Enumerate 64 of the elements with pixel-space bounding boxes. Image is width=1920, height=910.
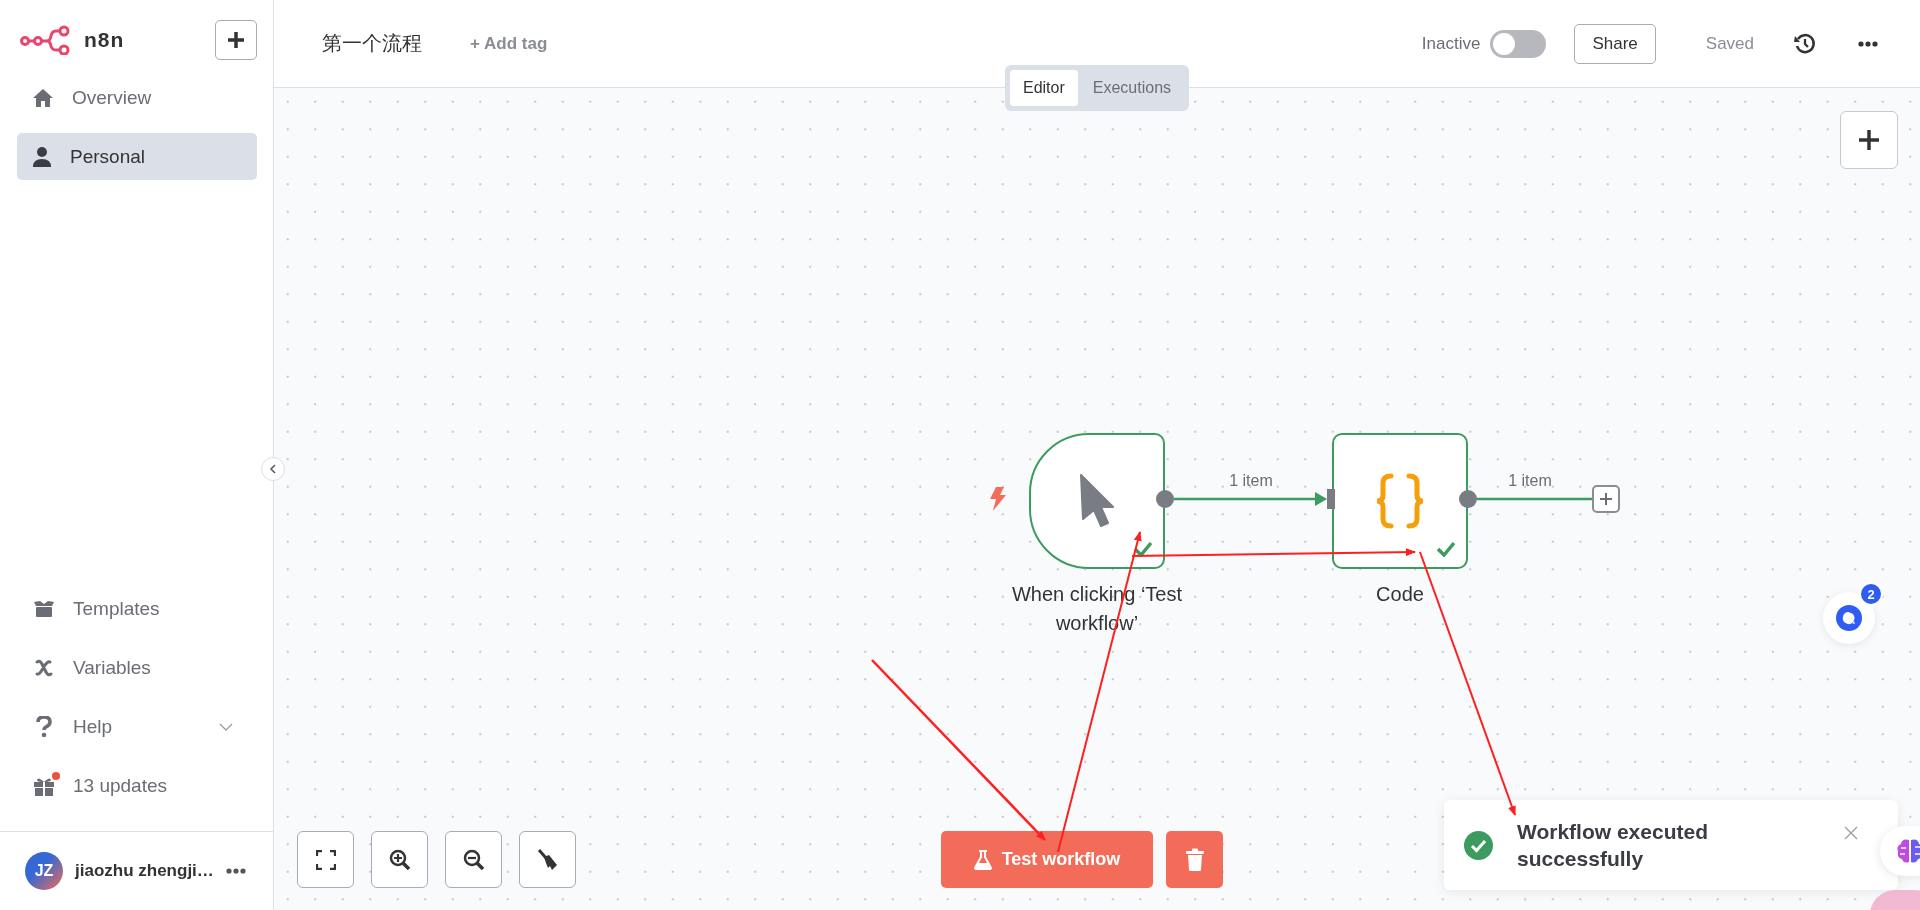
more-icon[interactable] (1858, 40, 1878, 47)
workflow-node[interactable] (1029, 433, 1165, 569)
zoom-in-button[interactable] (371, 831, 428, 888)
sidebar-item[interactable]: Personal (17, 133, 257, 180)
input-handle[interactable] (1327, 489, 1335, 509)
sidebar-item[interactable]: 13 updates (32, 756, 233, 815)
logo-text: n8n (84, 28, 125, 52)
sidebar-item[interactable]: Templates (32, 579, 233, 638)
fit-view-button[interactable] (297, 831, 354, 888)
view-tab[interactable]: Editor (1009, 70, 1078, 106)
delete-button[interactable] (1166, 831, 1223, 888)
item-count-label: 1 item (1229, 472, 1273, 490)
output-handle[interactable] (1459, 490, 1477, 508)
chevron-icon (269, 464, 277, 474)
toggle-label: Inactive (1421, 33, 1481, 54)
sidebar-item[interactable]: Variables (32, 638, 233, 697)
sidebar-item[interactable]: Help (32, 697, 233, 756)
history-icon[interactable] (1794, 32, 1816, 55)
flask-icon (973, 849, 992, 870)
user-name: jiaozhu zhengji… (75, 861, 214, 881)
home-icon (32, 87, 54, 108)
trash-icon (1184, 847, 1205, 872)
add-tag-link[interactable]: + Add tag (470, 33, 548, 54)
test-workflow-button[interactable]: Test workflow (941, 831, 1153, 888)
chat-button[interactable] (1823, 592, 1875, 644)
close-icon[interactable] (1844, 826, 1858, 840)
question-icon (36, 715, 52, 738)
code-braces-icon (1375, 473, 1425, 529)
brain-icon (1896, 838, 1920, 864)
output-handle[interactable] (1156, 490, 1174, 508)
add-button[interactable] (215, 20, 257, 60)
workflow-title[interactable]: 第一个流程 (322, 30, 422, 57)
sidebar-item[interactable]: Overview (17, 74, 257, 121)
notification-badge: 2 (1859, 582, 1883, 606)
box-icon (33, 599, 55, 618)
collapse-button[interactable] (261, 457, 285, 481)
node-label: Code (1375, 582, 1425, 607)
workflow-node[interactable] (1332, 433, 1468, 569)
tidy-up-button[interactable] (519, 831, 576, 888)
zoom-out-button[interactable] (445, 831, 502, 888)
view-tab[interactable]: Executions (1079, 70, 1185, 106)
user-icon (32, 145, 52, 168)
more-icon[interactable] (225, 868, 246, 874)
zoom-out-icon (462, 848, 485, 871)
item-count-label: 1 item (1508, 472, 1552, 490)
plus-icon (1858, 129, 1880, 151)
success-icon (1464, 830, 1493, 860)
toast-message: Workflow executed successfully (1517, 819, 1709, 872)
add-node-button[interactable] (1592, 485, 1620, 513)
bolt-icon (987, 486, 1007, 512)
variable-icon (34, 658, 54, 677)
share-button[interactable]: Share (1574, 23, 1656, 64)
plus-icon (226, 30, 246, 50)
cursor-icon (1079, 473, 1115, 529)
gift-icon (33, 775, 55, 796)
plus-icon (1598, 491, 1614, 507)
add-node-button[interactable] (1840, 111, 1898, 169)
broom-icon (536, 847, 559, 872)
zoom-in-icon (388, 848, 411, 871)
fullscreen-icon (315, 849, 336, 870)
save-status: Saved (1705, 33, 1754, 54)
active-toggle[interactable] (1490, 29, 1547, 58)
avatar: JZ (25, 852, 63, 890)
chat-icon (1835, 604, 1863, 632)
